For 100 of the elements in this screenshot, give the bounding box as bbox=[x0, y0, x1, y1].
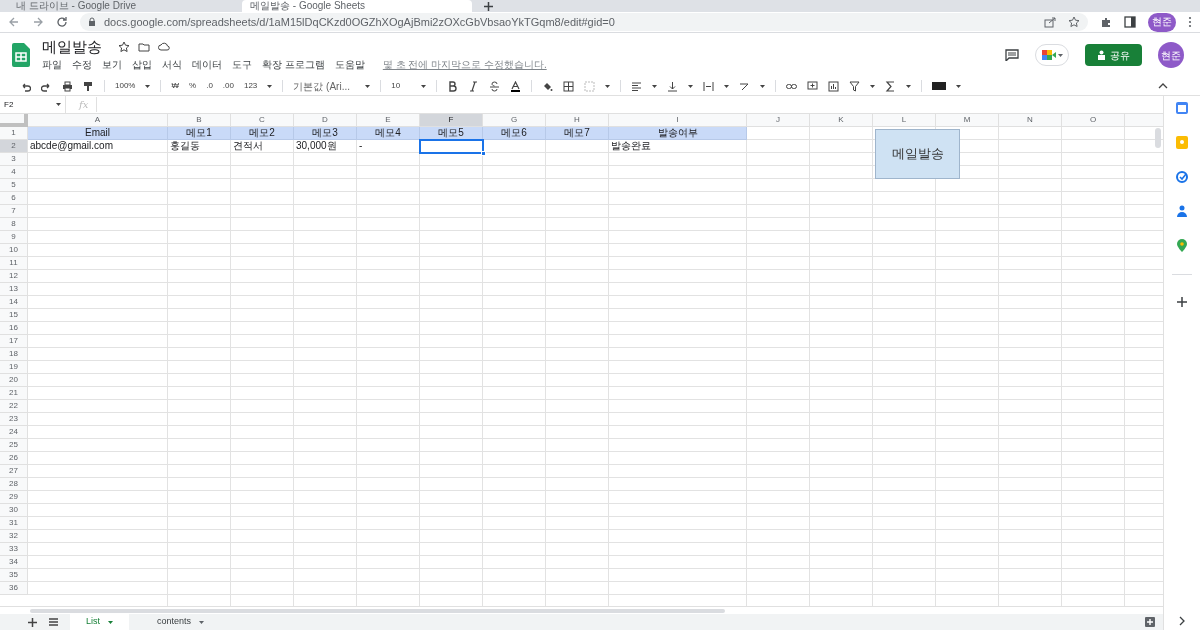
back-icon[interactable] bbox=[8, 16, 20, 28]
calendar-icon[interactable] bbox=[1176, 102, 1188, 114]
row-header[interactable]: 34 bbox=[0, 556, 28, 569]
row-header[interactable]: 31 bbox=[0, 517, 28, 530]
column-header[interactable]: L bbox=[873, 114, 936, 127]
table-cell[interactable]: 메모7 bbox=[546, 127, 609, 140]
merge-cells-icon[interactable] bbox=[584, 80, 596, 92]
row-header[interactable]: 33 bbox=[0, 543, 28, 556]
row-header[interactable]: 3 bbox=[0, 153, 28, 166]
caret-icon[interactable] bbox=[56, 103, 61, 106]
row-header[interactable]: 20 bbox=[0, 374, 28, 387]
caret-icon[interactable] bbox=[870, 84, 876, 88]
forward-icon[interactable] bbox=[32, 16, 44, 28]
column-header[interactable]: N bbox=[999, 114, 1062, 127]
comment-icon[interactable] bbox=[1005, 49, 1019, 61]
row-header[interactable]: 9 bbox=[0, 231, 28, 244]
column-header[interactable]: D bbox=[294, 114, 357, 127]
table-cell[interactable]: 견적서 bbox=[231, 140, 294, 153]
sheet-tab[interactable]: List bbox=[70, 614, 129, 630]
column-header[interactable]: E bbox=[357, 114, 420, 127]
row-header[interactable]: 10 bbox=[0, 244, 28, 257]
row-header[interactable]: 7 bbox=[0, 205, 28, 218]
sum-icon[interactable] bbox=[885, 80, 897, 92]
caret-icon[interactable] bbox=[906, 84, 912, 88]
column-header[interactable]: O bbox=[1062, 114, 1125, 127]
caret-icon[interactable] bbox=[688, 84, 694, 88]
collapse-icon[interactable] bbox=[1158, 83, 1168, 89]
percent-button[interactable]: % bbox=[189, 80, 197, 92]
star-icon[interactable] bbox=[1068, 16, 1080, 28]
row-header[interactable]: 11 bbox=[0, 257, 28, 270]
caret-icon[interactable] bbox=[199, 620, 205, 624]
input-tools-icon[interactable] bbox=[932, 82, 947, 90]
chart-icon[interactable] bbox=[828, 80, 840, 92]
table-cell[interactable]: 메모3 bbox=[294, 127, 357, 140]
table-cell[interactable]: abcde@gmail.com bbox=[28, 140, 168, 153]
table-cell[interactable]: 메모2 bbox=[231, 127, 294, 140]
share-button[interactable]: 공유 bbox=[1085, 44, 1142, 66]
row-header[interactable]: 21 bbox=[0, 387, 28, 400]
row-header[interactable]: 28 bbox=[0, 478, 28, 491]
table-cell[interactable]: 발송완료 bbox=[609, 140, 747, 153]
align-icon[interactable] bbox=[631, 80, 643, 92]
caret-icon[interactable] bbox=[956, 84, 962, 88]
caret-icon[interactable] bbox=[760, 84, 766, 88]
column-header[interactable]: H bbox=[546, 114, 609, 127]
table-cell[interactable]: 메모4 bbox=[357, 127, 420, 140]
column-header[interactable]: C bbox=[231, 114, 294, 127]
row-header[interactable]: 16 bbox=[0, 322, 28, 335]
expand-icon[interactable] bbox=[1179, 616, 1185, 626]
comment-add-icon[interactable] bbox=[807, 80, 819, 92]
menu-item[interactable]: 확장 프로그램 bbox=[262, 58, 325, 72]
table-cell[interactable]: 홍길동 bbox=[168, 140, 231, 153]
filter-icon[interactable] bbox=[849, 80, 861, 92]
row-header[interactable]: 23 bbox=[0, 413, 28, 426]
menu-item[interactable]: 도움말 bbox=[334, 58, 365, 72]
table-cell[interactable]: 메모1 bbox=[168, 127, 231, 140]
borders-icon[interactable] bbox=[563, 80, 575, 92]
explore-icon[interactable] bbox=[1145, 617, 1155, 627]
menu-item[interactable]: 보기 bbox=[102, 58, 122, 72]
menu-item[interactable]: 삽입 bbox=[132, 58, 152, 72]
caret-icon[interactable] bbox=[365, 84, 371, 88]
caret-icon[interactable] bbox=[108, 620, 113, 624]
column-header[interactable]: I bbox=[609, 114, 747, 127]
caret-icon[interactable] bbox=[267, 84, 273, 88]
browser-tab[interactable]: 메일발송 - Google Sheets bbox=[242, 0, 472, 12]
italic-icon[interactable] bbox=[468, 80, 480, 92]
account-avatar[interactable]: 현준 bbox=[1158, 42, 1184, 68]
text-color-icon[interactable] bbox=[510, 80, 522, 92]
row-header[interactable]: 35 bbox=[0, 569, 28, 582]
selected-cell[interactable] bbox=[420, 140, 483, 153]
table-cell[interactable]: 발송여부 bbox=[609, 127, 747, 140]
column-header[interactable]: F bbox=[420, 114, 483, 127]
column-header[interactable]: G bbox=[483, 114, 546, 127]
text-wrap-icon[interactable] bbox=[703, 80, 715, 92]
vertical-align-icon[interactable] bbox=[667, 80, 679, 92]
column-header[interactable]: B bbox=[168, 114, 231, 127]
table-cell[interactable]: 30,000원 bbox=[294, 140, 357, 153]
paint-format-icon[interactable] bbox=[83, 80, 94, 92]
horizontal-scrollbar-thumb[interactable] bbox=[30, 608, 725, 613]
row-header[interactable]: 17 bbox=[0, 335, 28, 348]
menu-item[interactable]: 파일 bbox=[42, 58, 62, 72]
row-header[interactable]: 1 bbox=[0, 127, 28, 140]
row-header[interactable]: 27 bbox=[0, 465, 28, 478]
row-header[interactable]: 13 bbox=[0, 283, 28, 296]
row-header[interactable]: 4 bbox=[0, 166, 28, 179]
column-header[interactable]: K bbox=[810, 114, 873, 127]
puzzle-icon[interactable] bbox=[1100, 16, 1112, 28]
table-cell[interactable]: - bbox=[357, 140, 420, 153]
mail-send-button[interactable]: 메일발송 bbox=[875, 129, 960, 179]
share-icon[interactable] bbox=[1044, 16, 1056, 28]
row-header[interactable]: 6 bbox=[0, 192, 28, 205]
increase-decimal-button[interactable]: .00 bbox=[222, 80, 234, 92]
maps-icon[interactable] bbox=[1177, 239, 1187, 252]
document-title[interactable]: 메일발송 bbox=[42, 38, 102, 56]
contacts-icon[interactable] bbox=[1177, 205, 1187, 217]
bold-icon[interactable] bbox=[447, 80, 459, 92]
number-format-button[interactable]: 123 bbox=[243, 80, 258, 92]
caret-icon[interactable] bbox=[724, 84, 730, 88]
zoom-select[interactable]: 100% bbox=[115, 80, 136, 92]
vertical-scrollbar-thumb[interactable] bbox=[1155, 128, 1161, 148]
row-header[interactable]: 25 bbox=[0, 439, 28, 452]
